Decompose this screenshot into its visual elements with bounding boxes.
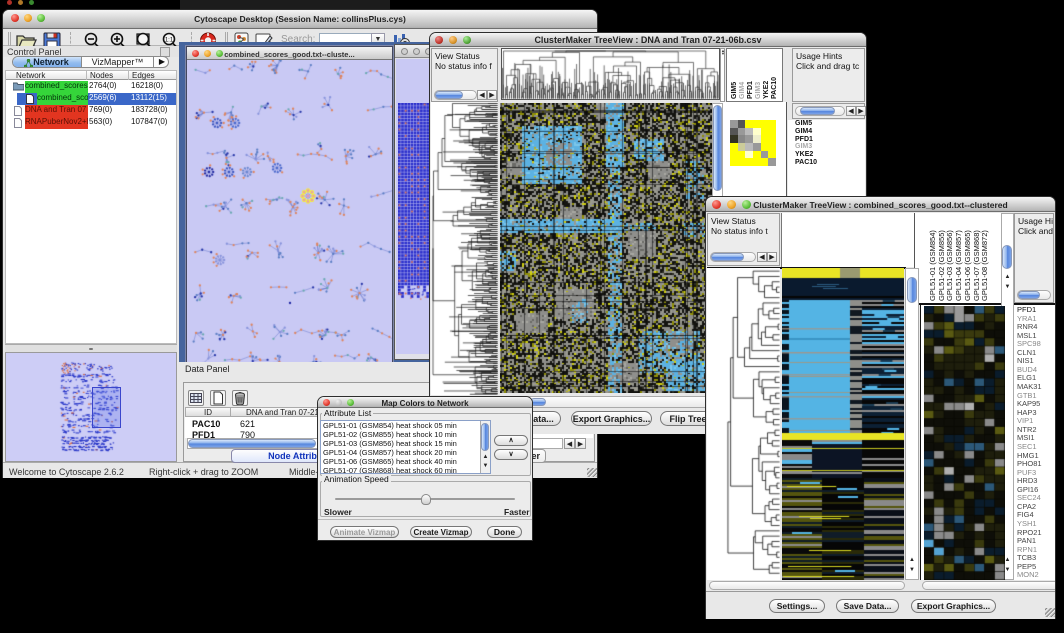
svg-text:1:1: 1:1 — [165, 38, 174, 44]
